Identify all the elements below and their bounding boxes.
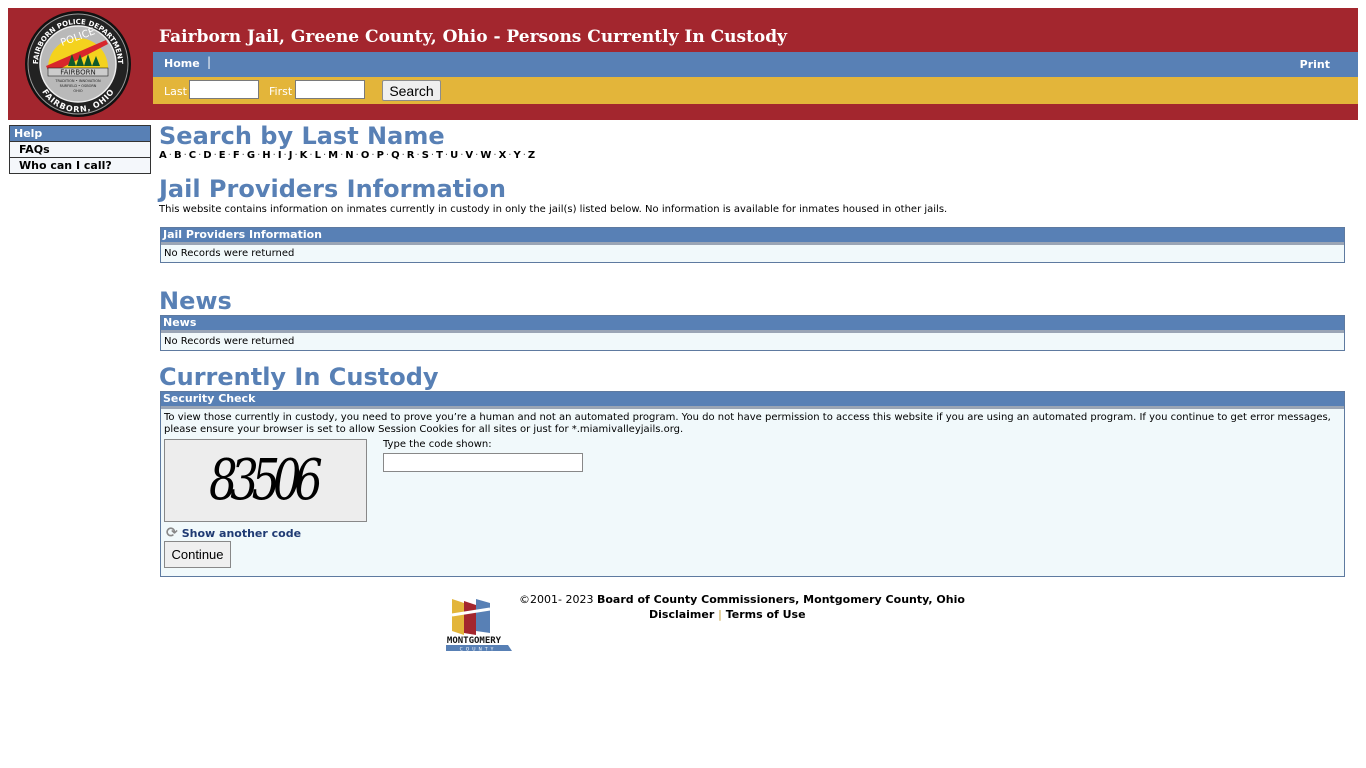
last-name-input[interactable] — [189, 80, 259, 99]
letter-link-n[interactable]: N — [345, 150, 353, 161]
news-heading: News — [159, 287, 232, 315]
letter-link-h[interactable]: H — [262, 150, 270, 161]
svg-text:MONTGOMERY: MONTGOMERY — [447, 636, 502, 646]
letter-link-u[interactable]: U — [450, 150, 458, 161]
svg-text:FAIRFIELD • OSBORN: FAIRFIELD • OSBORN — [60, 84, 97, 88]
letter-link-l[interactable]: L — [315, 150, 321, 161]
show-another-code-link[interactable]: ⟳ Show another code — [166, 525, 301, 541]
jail-providers-heading: Jail Providers Information — [159, 175, 506, 203]
letter-link-q[interactable]: Q — [391, 150, 400, 161]
first-name-input[interactable] — [295, 80, 365, 99]
nav-separator: | — [207, 55, 212, 69]
letter-link-i[interactable]: I — [278, 150, 282, 161]
letter-separator: · — [401, 150, 405, 161]
letter-link-y[interactable]: Y — [513, 150, 520, 161]
letter-separator: · — [309, 150, 313, 161]
jail-providers-panel-body: No Records were returned — [164, 248, 295, 259]
svg-text:OHIO: OHIO — [73, 89, 82, 93]
jail-providers-panel: Jail Providers Information No Records we… — [160, 227, 1345, 263]
captcha-code-input[interactable] — [383, 453, 583, 472]
search-button[interactable]: Search — [382, 80, 441, 101]
news-panel: News No Records were returned — [160, 315, 1345, 351]
help-sidebar: Help FAQs Who can I call? — [9, 125, 151, 174]
news-panel-body: No Records were returned — [164, 336, 295, 347]
copyright-text: ©2001- 2023 Board of County Commissioner… — [519, 593, 965, 606]
jail-providers-panel-title: Jail Providers Information — [161, 228, 1344, 245]
letter-separator: · — [241, 150, 245, 161]
letter-link-s[interactable]: S — [422, 150, 429, 161]
sidebar-item-faqs[interactable]: FAQs — [10, 142, 150, 158]
letter-link-a[interactable]: A — [159, 150, 167, 161]
sidebar-heading: Help — [10, 126, 150, 142]
news-panel-title: News — [161, 316, 1344, 333]
code-label: Type the code shown: — [383, 439, 492, 450]
letter-link-r[interactable]: R — [407, 150, 415, 161]
fairborn-police-badge-logo: FAIRBORN POLICE TRADITION • INNOVATION F… — [25, 11, 131, 117]
last-name-label: Last — [164, 85, 187, 98]
letter-separator: · — [416, 150, 420, 161]
page-title: Fairborn Jail, Greene County, Ohio - Per… — [159, 27, 788, 47]
captcha-image: 83506 — [164, 439, 367, 522]
search-by-last-name-heading: Search by Last Name — [159, 122, 445, 150]
letter-separator: · — [294, 150, 298, 161]
letter-separator: · — [522, 150, 526, 161]
montgomery-county-logo: MONTGOMERY COUNTY — [446, 599, 512, 653]
security-check-message: To view those currently in custody, you … — [164, 412, 1331, 435]
site-header: FAIRBORN POLICE TRADITION • INNOVATION F… — [8, 8, 1358, 120]
letter-separator: · — [283, 150, 287, 161]
letter-separator: · — [430, 150, 435, 161]
letter-link-e[interactable]: E — [219, 150, 226, 161]
letter-separator: · — [355, 150, 359, 161]
letter-separator: · — [371, 150, 375, 161]
letter-link-t[interactable]: T — [436, 150, 443, 161]
sidebar-item-who-can-i-call[interactable]: Who can I call? — [10, 158, 150, 173]
main-content: Search by Last Name A · B · C · D · E · F · G · H · I · J ·… — [159, 122, 1345, 577]
first-name-label: First — [269, 85, 293, 98]
nav-home-link[interactable]: Home — [164, 57, 200, 70]
security-check-panel: Security Check To view those currently i… — [160, 391, 1345, 577]
letter-link-f[interactable]: F — [233, 150, 240, 161]
letter-separator: · — [493, 150, 497, 161]
letter-link-w[interactable]: W — [480, 150, 491, 161]
show-another-code-label: Show another code — [181, 526, 302, 540]
svg-text:FAIRBORN: FAIRBORN — [60, 69, 95, 77]
svg-text:COUNTY: COUNTY — [460, 647, 497, 653]
jail-providers-intro: This website contains information on inm… — [159, 204, 948, 215]
refresh-icon: ⟳ — [166, 525, 178, 541]
continue-button[interactable]: Continue — [164, 541, 231, 568]
captcha-code: 83506 — [209, 448, 323, 513]
alphabet-index: A · B · C · D · E · F · G · H · I · J · K · L · M · N · O · P · Q · R · S · T ·… — [159, 150, 1345, 161]
name-search-bar: Last First Search — [153, 77, 1358, 104]
letter-link-g[interactable]: G — [247, 150, 255, 161]
letter-link-p[interactable]: P — [377, 150, 384, 161]
disclaimer-link[interactable]: Disclaimer — [649, 608, 714, 621]
letter-separator: · — [183, 150, 187, 161]
letter-separator: · — [272, 150, 276, 161]
copyright-years: ©2001- 2023 — [519, 593, 597, 606]
footer-links: Disclaimer | Terms of Use — [649, 608, 806, 621]
copyright-owner: Board of County Commissioners, Montgomer… — [596, 593, 965, 606]
nav-print-link[interactable]: Print — [1300, 58, 1330, 71]
letter-link-d[interactable]: D — [203, 150, 211, 161]
footer-separator: | — [718, 608, 722, 621]
svg-text:TRADITION • INNOVATION: TRADITION • INNOVATION — [54, 79, 101, 83]
currently-in-custody-heading: Currently In Custody — [159, 363, 439, 391]
letter-separator: · — [213, 150, 217, 161]
letter-link-v[interactable]: V — [465, 150, 473, 161]
terms-of-use-link[interactable]: Terms of Use — [726, 608, 806, 621]
letter-link-m[interactable]: M — [328, 150, 338, 161]
letter-separator: · — [168, 150, 172, 161]
letter-separator: · — [227, 150, 231, 161]
captcha-area: 83506 Type the code shown: ⟳ Show anothe… — [161, 436, 1344, 576]
top-nav-bar: Home | Print — [153, 52, 1358, 77]
letter-link-b[interactable]: B — [174, 150, 182, 161]
letter-link-c[interactable]: C — [189, 150, 196, 161]
letter-link-z[interactable]: Z — [528, 150, 535, 161]
security-check-title: Security Check — [161, 392, 1344, 409]
